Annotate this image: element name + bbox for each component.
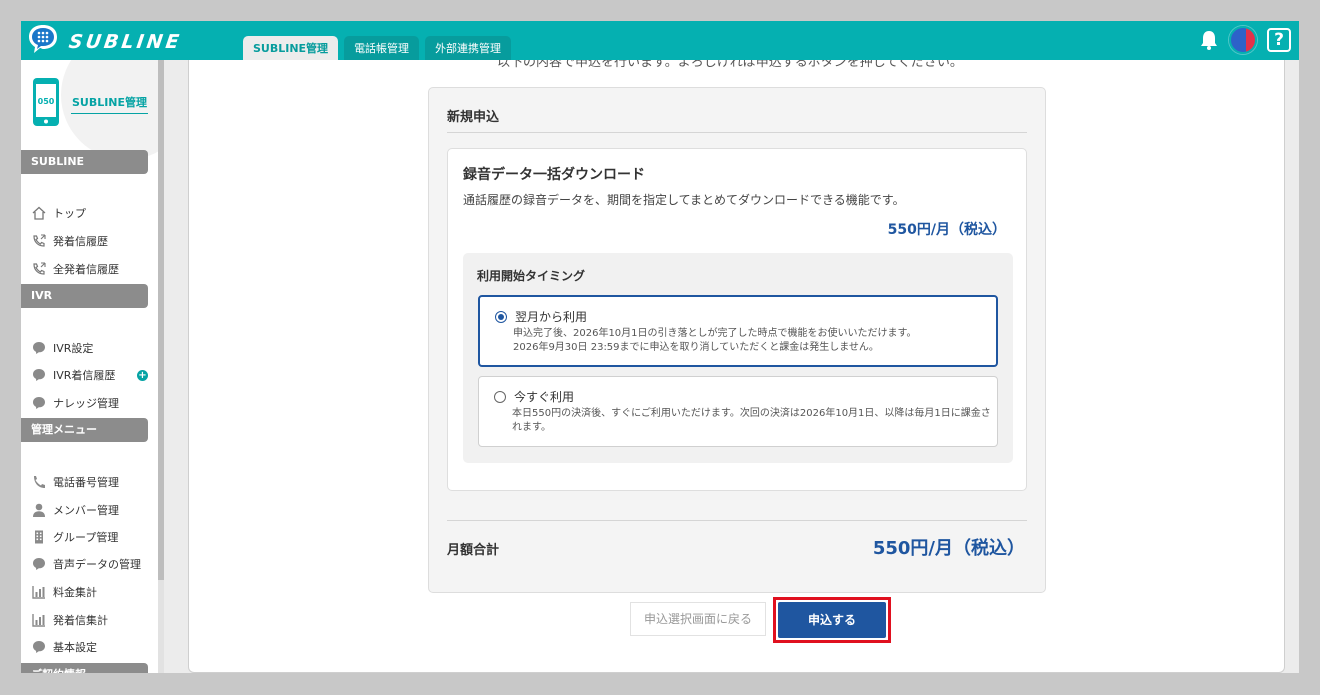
start-timing-title: 利用開始タイミング <box>477 269 586 283</box>
sidebar-item-billing-summary[interactable]: 料金集計 <box>31 582 97 602</box>
service-price: 550円/月（税込） <box>887 222 1006 238</box>
option-next-month-note-line1: 申込完了後、2026年10月1日の引き落としが完了した時点で機能をお使いいただけ… <box>513 328 917 339</box>
sidebar-brand-label: SUBLINE管理 <box>71 94 148 114</box>
option-next-month[interactable]: 翌月から利用 申込完了後、2026年10月1日の引き落としが完了した時点で機能を… <box>478 295 998 367</box>
submit-button[interactable]: 申込する <box>778 602 886 638</box>
tab-external-integration[interactable]: 外部連携管理 <box>425 36 512 60</box>
sidebar-section-ivr: IVR <box>21 284 148 308</box>
option-next-month-note: 申込完了後、2026年10月1日の引き落としが完了した時点で機能をお使いいただけ… <box>513 327 993 355</box>
service-card: 録音データ一括ダウンロード 通話履歴の録音データを、期間を指定してまとめてダウン… <box>447 148 1027 491</box>
bar-chart-icon <box>32 614 45 627</box>
monthly-total-price: 550円/月（税込） <box>872 538 1025 559</box>
divider <box>447 520 1027 521</box>
back-to-selection-button[interactable]: 申込選択画面に戻る <box>630 602 766 636</box>
sidebar-item-label: グループ管理 <box>53 531 119 544</box>
phone-050-text: 050 <box>38 97 55 106</box>
sidebar-item-audio-data[interactable]: 音声データの管理 <box>31 554 141 574</box>
tab-phonebook-management[interactable]: 電話帳管理 <box>344 36 420 60</box>
sidebar-item-call-history[interactable]: 発着信履歴 <box>31 231 108 251</box>
option-immediate-note: 本日550円の決済後、すぐにご利用いただけます。次回の決済は2026年10月1日… <box>512 408 991 433</box>
option-immediate-label: 今すぐ利用 <box>514 390 575 404</box>
sidebar-item-label: 全発着信履歴 <box>53 263 119 276</box>
service-description: 通話履歴の録音データを、期間を指定してまとめてダウンロードできる機能です。 <box>463 193 905 207</box>
speech-bubble-icon <box>33 641 45 653</box>
speech-bubble-icon <box>33 342 45 354</box>
sidebar-brand[interactable]: 050 SUBLINE管理 <box>21 60 158 160</box>
header-tabs: SUBLINE管理 電話帳管理 外部連携管理 <box>243 36 512 60</box>
application-panel: 新規申込 録音データ一括ダウンロード 通話履歴の録音データを、期間を指定してまと… <box>428 87 1046 593</box>
phone-handset-icon <box>34 476 45 488</box>
tab-subline-management[interactable]: SUBLINE管理 <box>243 36 339 60</box>
sidebar-item-all-call-history[interactable]: 全発着信履歴 <box>31 259 119 279</box>
sidebar-scrollbar-thumb[interactable] <box>158 60 164 580</box>
home-icon <box>32 206 46 220</box>
option-next-month-label: 翌月から利用 <box>515 310 588 324</box>
sidebar-item-members[interactable]: メンバー管理 <box>31 500 119 520</box>
sidebar-item-label: 電話番号管理 <box>53 476 119 489</box>
logo-text: SUBLINE <box>67 31 184 53</box>
phone-icon <box>33 234 46 247</box>
instruction-text: 以下の内容で申込を行います。よろしければ申込するボタンを押してください。 <box>497 60 963 70</box>
sidebar-item-label: トップ <box>53 207 86 220</box>
sidebar-item-call-summary[interactable]: 発着信集計 <box>31 610 108 630</box>
sidebar-item-knowledge[interactable]: ナレッジ管理 <box>31 393 119 413</box>
option-immediate[interactable]: 今すぐ利用 本日550円の決済後、すぐにご利用いただけます。次回の決済は2026… <box>478 376 998 447</box>
sidebar-item-label: ナレッジ管理 <box>53 397 119 410</box>
sidebar-item-label: 基本設定 <box>53 641 97 654</box>
speech-bubble-icon <box>33 558 45 570</box>
speech-bubble-icon <box>33 397 45 409</box>
sidebar-item-label: 発着信集計 <box>53 614 108 627</box>
sidebar-item-groups[interactable]: グループ管理 <box>31 527 118 547</box>
start-timing-group: 利用開始タイミング 翌月から利用 申込完了後、2026年10月1日の引き落としが… <box>463 253 1013 463</box>
building-icon <box>35 530 43 544</box>
sidebar-item-basic-settings[interactable]: 基本設定 <box>31 637 97 657</box>
radio-next-month[interactable] <box>495 311 507 323</box>
bar-chart-icon <box>32 586 45 599</box>
option-next-month-note-line2: 2026年9月30日 23:59までに申込を取り消していただくと課金は発生しませ… <box>513 342 879 353</box>
speech-bubble-icon <box>33 369 45 381</box>
sidebar-item-label: 発着信履歴 <box>53 235 108 248</box>
divider <box>447 132 1027 133</box>
sidebar-item-ivr-call-history[interactable]: IVR着信履歴 <box>31 365 115 385</box>
service-title: 録音データ一括ダウンロード <box>463 167 645 183</box>
sidebar-item-label: 音声データの管理 <box>53 558 141 571</box>
bell-icon[interactable] <box>1199 29 1219 51</box>
radio-immediate[interactable] <box>494 391 506 403</box>
plus-badge-icon[interactable]: + <box>137 370 148 381</box>
smartphone-050-icon: 050 <box>33 78 59 126</box>
sidebar-item-label: IVR設定 <box>53 342 94 355</box>
panel-title: 新規申込 <box>447 110 500 125</box>
help-icon[interactable]: ? <box>1267 28 1291 52</box>
header-icons: ? <box>1199 26 1291 54</box>
app-logo[interactable]: SUBLINE <box>27 24 207 58</box>
sidebar-item-label: 料金集計 <box>53 586 97 599</box>
main-content: 以下の内容で申込を行います。よろしければ申込するボタンを押してください。 新規申… <box>188 60 1285 673</box>
monthly-total-label: 月額合計 <box>447 543 500 558</box>
sidebar-item-ivr-settings[interactable]: IVR設定 <box>31 338 93 358</box>
sidebar-item-phone-numbers[interactable]: 電話番号管理 <box>31 472 119 492</box>
top-header: SUBLINE SUBLINE管理 電話帳管理 外部連携管理 ? <box>21 21 1299 60</box>
sidebar-section-subline: SUBLINE <box>21 150 148 174</box>
user-icon <box>33 503 45 517</box>
app-window: SUBLINE SUBLINE管理 電話帳管理 外部連携管理 ? 050 SUB… <box>21 21 1299 673</box>
sidebar-item-label: IVR着信履歴 <box>53 369 116 382</box>
sidebar-section-contract-info: ご契約情報 <box>21 663 148 673</box>
logo-bubble-icon <box>29 25 57 53</box>
sidebar-section-admin-menu: 管理メニュー <box>21 418 148 442</box>
sidebar-item-label: メンバー管理 <box>53 504 119 517</box>
phone-icon <box>33 262 46 275</box>
sidebar: 050 SUBLINE管理 SUBLINE トップ 発着信履歴 全発着信履歴 I… <box>21 60 158 673</box>
sidebar-item-top[interactable]: トップ <box>31 203 86 223</box>
user-avatar[interactable] <box>1229 26 1257 54</box>
